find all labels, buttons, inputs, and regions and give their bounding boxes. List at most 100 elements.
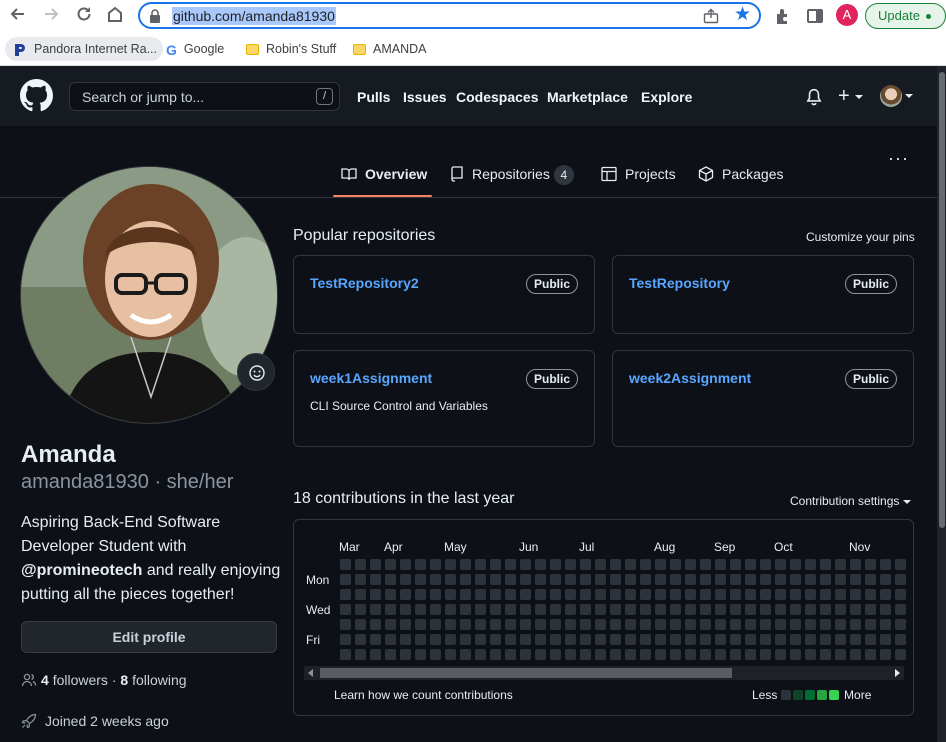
contribution-day-cell[interactable] <box>880 589 891 600</box>
back-icon[interactable] <box>7 5 29 27</box>
contribution-day-cell[interactable] <box>760 604 771 615</box>
contribution-day-cell[interactable] <box>700 604 711 615</box>
scroll-left-arrow-icon[interactable] <box>308 669 313 677</box>
contribution-day-cell[interactable] <box>610 589 621 600</box>
contribution-day-cell[interactable] <box>895 619 906 630</box>
contribution-day-cell[interactable] <box>745 619 756 630</box>
contribution-day-cell[interactable] <box>565 619 576 630</box>
bio-mention-link[interactable]: @promineotech <box>21 562 142 579</box>
contribution-day-cell[interactable] <box>835 559 846 570</box>
contribution-day-cell[interactable] <box>430 559 441 570</box>
contribution-day-cell[interactable] <box>865 619 876 630</box>
contribution-day-cell[interactable] <box>820 649 831 660</box>
contribution-day-cell[interactable] <box>475 634 486 645</box>
contribution-day-cell[interactable] <box>355 559 366 570</box>
bookmark-star-icon[interactable]: ★ <box>734 4 751 26</box>
contribution-day-cell[interactable] <box>775 634 786 645</box>
contribution-day-cell[interactable] <box>880 574 891 585</box>
contribution-day-cell[interactable] <box>445 559 456 570</box>
contribution-day-cell[interactable] <box>505 634 516 645</box>
contribution-day-cell[interactable] <box>760 619 771 630</box>
contribution-day-cell[interactable] <box>610 559 621 570</box>
contribution-day-cell[interactable] <box>625 619 636 630</box>
contribution-day-cell[interactable] <box>580 634 591 645</box>
contribution-day-cell[interactable] <box>445 619 456 630</box>
contribution-day-cell[interactable] <box>340 604 351 615</box>
contribution-day-cell[interactable] <box>460 589 471 600</box>
update-button[interactable]: Update <box>865 3 946 29</box>
contribution-day-cell[interactable] <box>835 589 846 600</box>
contribution-day-cell[interactable] <box>685 619 696 630</box>
contribution-day-cell[interactable] <box>655 619 666 630</box>
contribution-day-cell[interactable] <box>880 634 891 645</box>
contribution-day-cell[interactable] <box>865 589 876 600</box>
contribution-day-cell[interactable] <box>775 649 786 660</box>
contribution-day-cell[interactable] <box>595 649 606 660</box>
customize-pins-link[interactable]: Customize your pins <box>806 230 915 244</box>
contribution-day-cell[interactable] <box>595 574 606 585</box>
contribution-day-cell[interactable] <box>625 604 636 615</box>
contribution-day-cell[interactable] <box>760 649 771 660</box>
contribution-day-cell[interactable] <box>790 604 801 615</box>
contribution-day-cell[interactable] <box>850 604 861 615</box>
contribution-day-cell[interactable] <box>430 634 441 645</box>
contribution-day-cell[interactable] <box>475 649 486 660</box>
contribution-day-cell[interactable] <box>340 619 351 630</box>
contribution-day-cell[interactable] <box>625 589 636 600</box>
repo-name-link[interactable]: week2Assignment <box>629 370 751 386</box>
contribution-day-cell[interactable] <box>550 634 561 645</box>
contribution-day-cell[interactable] <box>595 589 606 600</box>
contribution-day-cell[interactable] <box>355 619 366 630</box>
contribution-settings-dropdown[interactable]: Contribution settings <box>790 494 911 508</box>
contribution-day-cell[interactable] <box>700 574 711 585</box>
contribution-day-cell[interactable] <box>505 604 516 615</box>
contribution-day-cell[interactable] <box>700 634 711 645</box>
contribution-day-cell[interactable] <box>580 559 591 570</box>
contribution-day-cell[interactable] <box>415 574 426 585</box>
contribution-day-cell[interactable] <box>340 559 351 570</box>
contribution-day-cell[interactable] <box>670 604 681 615</box>
bell-icon[interactable] <box>805 88 823 106</box>
contribution-day-cell[interactable] <box>520 574 531 585</box>
contribution-day-cell[interactable] <box>730 559 741 570</box>
address-bar[interactable]: github.com/amanda81930 ★ <box>138 2 761 29</box>
nav-explore[interactable]: Explore <box>641 89 692 105</box>
scrollbar-thumb[interactable] <box>320 668 732 678</box>
contribution-day-cell[interactable] <box>490 574 501 585</box>
contribution-day-cell[interactable] <box>595 634 606 645</box>
contribution-day-cell[interactable] <box>385 634 396 645</box>
contribution-day-cell[interactable] <box>385 604 396 615</box>
contribution-day-cell[interactable] <box>385 649 396 660</box>
contribution-day-cell[interactable] <box>730 649 741 660</box>
contribution-day-cell[interactable] <box>880 649 891 660</box>
contribution-day-cell[interactable] <box>550 649 561 660</box>
contribution-day-cell[interactable] <box>745 604 756 615</box>
contribution-day-cell[interactable] <box>460 574 471 585</box>
contribution-day-cell[interactable] <box>640 589 651 600</box>
tab-projects[interactable]: Projects <box>601 164 676 184</box>
contribution-day-cell[interactable] <box>760 559 771 570</box>
contribution-day-cell[interactable] <box>745 589 756 600</box>
contribution-day-cell[interactable] <box>850 634 861 645</box>
contribution-day-cell[interactable] <box>400 604 411 615</box>
contribution-day-cell[interactable] <box>355 649 366 660</box>
github-logo-icon[interactable] <box>20 79 53 112</box>
nav-pulls[interactable]: Pulls <box>357 89 390 105</box>
reload-icon[interactable] <box>73 5 95 27</box>
calendar-scrollbar[interactable] <box>304 666 904 680</box>
contribution-day-cell[interactable] <box>745 559 756 570</box>
contribution-day-cell[interactable] <box>655 604 666 615</box>
extensions-icon[interactable] <box>774 7 792 25</box>
contribution-day-cell[interactable] <box>490 559 501 570</box>
contribution-day-cell[interactable] <box>700 649 711 660</box>
contribution-day-cell[interactable] <box>805 649 816 660</box>
contribution-day-cell[interactable] <box>865 634 876 645</box>
contribution-day-cell[interactable] <box>430 619 441 630</box>
contribution-day-cell[interactable] <box>685 604 696 615</box>
contribution-day-cell[interactable] <box>715 574 726 585</box>
contribution-day-cell[interactable] <box>820 634 831 645</box>
contribution-day-cell[interactable] <box>475 574 486 585</box>
contribution-day-cell[interactable] <box>370 649 381 660</box>
contribution-day-cell[interactable] <box>400 619 411 630</box>
contribution-day-cell[interactable] <box>775 574 786 585</box>
